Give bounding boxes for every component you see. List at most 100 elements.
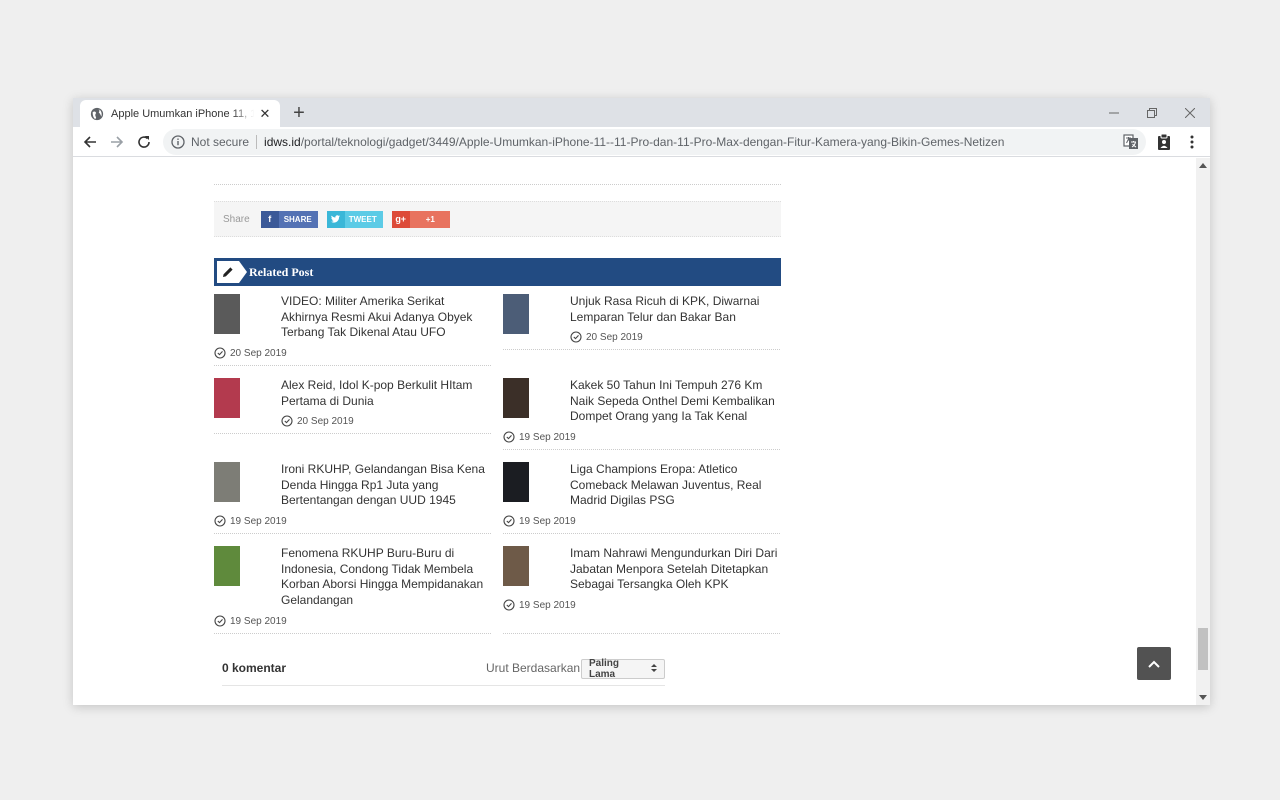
post-date: 20 Sep 2019 <box>570 331 643 343</box>
post-thumbnail[interactable] <box>503 294 529 334</box>
minimize-button[interactable] <box>1095 98 1133 127</box>
post-date: 19 Sep 2019 <box>503 599 576 611</box>
post-thumbnail[interactable] <box>214 294 240 334</box>
facebook-icon: f <box>268 214 272 224</box>
post-thumbnail[interactable] <box>503 546 529 586</box>
new-tab-button[interactable]: + <box>289 102 309 124</box>
post-date-text: 20 Sep 2019 <box>297 415 354 427</box>
address-separator <box>256 135 258 149</box>
post-title[interactable]: Ironi RKUHP, Gelandangan Bisa Kena Denda… <box>281 462 491 509</box>
scrollbar[interactable] <box>1196 158 1210 705</box>
close-window-icon <box>1185 107 1195 118</box>
url-path: /portal/teknologi/gadget/3449/Apple-Umum… <box>300 135 1005 149</box>
post-title[interactable]: Alex Reid, Idol K-pop Berkulit HItam Per… <box>281 378 491 409</box>
clipboard-icon <box>1158 134 1170 150</box>
translate-button[interactable] <box>1121 132 1141 152</box>
related-post-item[interactable]: Unjuk Rasa Ricuh di KPK, Diwarnai Lempar… <box>503 294 780 350</box>
clock-icon <box>214 615 226 627</box>
browser-tab[interactable]: Apple Umumkan iPhone 11, 11 Pro dan 11 P… <box>80 100 280 127</box>
related-post-item[interactable]: Kakek 50 Tahun Ini Tempuh 276 Km Naik Se… <box>503 378 780 450</box>
close-window-button[interactable] <box>1171 98 1209 127</box>
pencil-icon <box>223 267 233 277</box>
browser-window: Apple Umumkan iPhone 11, 11 Pro dan 11 P… <box>73 98 1210 705</box>
translate-icon <box>1123 134 1138 149</box>
back-to-top-button[interactable] <box>1137 647 1171 680</box>
clock-icon <box>214 515 226 527</box>
facebook-share-button[interactable]: f SHARE <box>260 210 318 228</box>
restore-button[interactable] <box>1133 98 1171 127</box>
post-title[interactable]: Imam Nahrawi Mengundurkan Diri Dari Jaba… <box>570 546 780 593</box>
url-host: idws.id <box>264 135 301 149</box>
twitter-share-label: TWEET <box>344 210 383 228</box>
scroll-up-arrow[interactable] <box>1199 163 1207 168</box>
comments-bar: 0 komentar Urut Berdasarkan Paling Lama <box>222 650 665 686</box>
clock-icon <box>503 599 515 611</box>
sort-select[interactable]: Paling Lama <box>581 658 665 680</box>
post-title[interactable]: VIDEO: Militer Amerika Serikat Akhirnya … <box>281 294 491 341</box>
post-date-text: 20 Sep 2019 <box>230 347 287 359</box>
comment-count: 0 komentar <box>222 661 287 675</box>
post-date-text: 19 Sep 2019 <box>230 615 287 627</box>
pencil-badge <box>214 258 247 286</box>
scroll-down-arrow[interactable] <box>1199 695 1207 700</box>
post-date: 19 Sep 2019 <box>503 431 576 443</box>
related-post-item[interactable]: Ironi RKUHP, Gelandangan Bisa Kena Denda… <box>214 462 491 534</box>
twitter-icon <box>327 211 345 228</box>
menu-button[interactable] <box>1182 132 1202 152</box>
post-date-text: 20 Sep 2019 <box>586 331 643 343</box>
facebook-share-label: SHARE <box>278 210 318 228</box>
sort-caret-icon <box>651 663 657 675</box>
address-bar[interactable]: Not secure idws.id /portal/teknologi/gad… <box>163 129 1146 155</box>
scrollbar-thumb[interactable] <box>1198 628 1208 670</box>
clipboard-button[interactable] <box>1154 132 1174 152</box>
post-title[interactable]: Unjuk Rasa Ricuh di KPK, Diwarnai Lempar… <box>570 294 780 325</box>
info-icon[interactable] <box>171 135 185 149</box>
post-title[interactable]: Kakek 50 Tahun Ini Tempuh 276 Km Naik Se… <box>570 378 780 425</box>
forward-button[interactable] <box>106 131 128 153</box>
clock-icon <box>503 431 515 443</box>
twitter-share-button[interactable]: TWEET <box>326 210 383 228</box>
reload-button[interactable] <box>133 131 155 153</box>
post-date: 19 Sep 2019 <box>503 515 576 527</box>
post-date-text: 19 Sep 2019 <box>519 515 576 527</box>
share-label: Share <box>223 213 250 225</box>
clock-icon <box>281 415 293 427</box>
forward-icon <box>111 136 124 148</box>
post-date: 19 Sep 2019 <box>214 615 287 627</box>
close-icon[interactable]: ✕ <box>258 106 272 122</box>
related-post-title: Related Post <box>249 264 314 279</box>
related-post-item[interactable]: VIDEO: Militer Amerika Serikat Akhirnya … <box>214 294 491 366</box>
gplus-icon: g+ <box>395 214 407 224</box>
tab-title: Apple Umumkan iPhone 11, 11 Pro dan 11 P… <box>111 107 254 120</box>
post-thumbnail[interactable] <box>214 462 240 502</box>
browser-toolbar: Not secure idws.id /portal/teknologi/gad… <box>73 127 1210 157</box>
post-thumbnail[interactable] <box>503 462 529 502</box>
post-thumbnail[interactable] <box>214 546 240 586</box>
share-bar: Share f SHARE TWEET g+ +1 <box>214 201 781 237</box>
gplus-share-button[interactable]: g+ +1 <box>391 210 450 228</box>
related-post-item[interactable]: Imam Nahrawi Mengundurkan Diri Dari Jaba… <box>503 546 780 634</box>
back-icon <box>83 136 96 148</box>
not-secure-label: Not secure <box>191 135 250 149</box>
back-button[interactable] <box>79 131 101 153</box>
related-post-header: Related Post <box>214 258 781 286</box>
post-title[interactable]: Liga Champions Eropa: Atletico Comeback … <box>570 462 780 509</box>
article-content: Share f SHARE TWEET g+ +1 Related Post V… <box>214 158 781 705</box>
post-date-text: 19 Sep 2019 <box>519 431 576 443</box>
related-post-item[interactable]: Alex Reid, Idol K-pop Berkulit HItam Per… <box>214 378 491 434</box>
related-post-item[interactable]: Liga Champions Eropa: Atletico Comeback … <box>503 462 780 534</box>
post-date: 20 Sep 2019 <box>214 347 287 359</box>
tab-strip: Apple Umumkan iPhone 11, 11 Pro dan 11 P… <box>73 98 1210 127</box>
post-date: 19 Sep 2019 <box>214 515 287 527</box>
post-title[interactable]: Fenomena RKUHP Buru-Buru di Indonesia, C… <box>281 546 491 608</box>
related-post-item[interactable]: Fenomena RKUHP Buru-Buru di Indonesia, C… <box>214 546 491 634</box>
reload-icon <box>138 136 150 148</box>
minimize-icon <box>1109 112 1119 113</box>
clock-icon <box>503 515 515 527</box>
clock-icon <box>214 347 226 359</box>
post-thumbnail[interactable] <box>214 378 240 418</box>
post-date-text: 19 Sep 2019 <box>230 515 287 527</box>
post-thumbnail[interactable] <box>503 378 529 418</box>
chevron-up-icon <box>1148 660 1160 668</box>
clock-icon <box>570 331 582 343</box>
